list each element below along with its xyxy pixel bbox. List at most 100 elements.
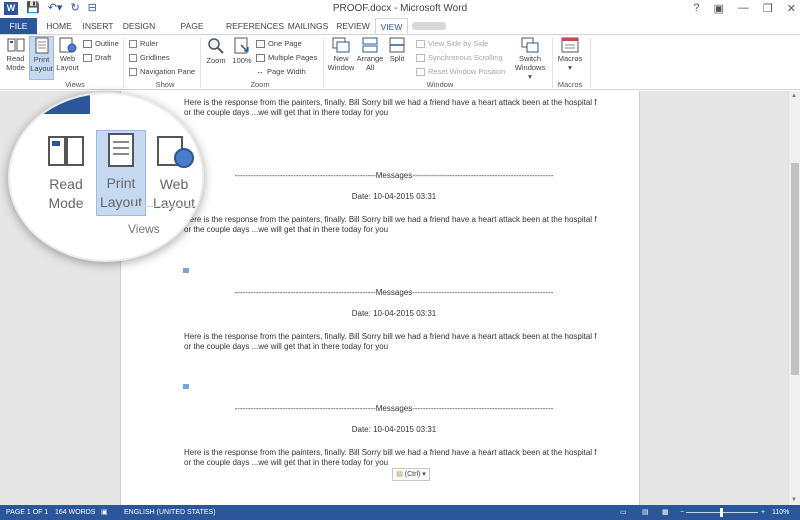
- magnified-tab-bar: [10, 94, 90, 114]
- separator: [590, 38, 591, 88]
- arrange-all-button[interactable]: Arrange All: [356, 37, 384, 79]
- web-layout-icon: [157, 136, 194, 168]
- tab-file[interactable]: FILE: [0, 18, 37, 34]
- arrange-all-icon: [362, 37, 378, 53]
- one-page-icon: [256, 39, 265, 48]
- new-window-button[interactable]: New Window: [326, 37, 356, 79]
- web-layout-button[interactable]: Web Layout: [55, 37, 80, 79]
- multiple-pages-button[interactable]: Multiple Pages: [256, 53, 317, 62]
- window-title: PROOF.docx - Microsoft Word: [332, 3, 468, 14]
- magnifier-callout: Read Mode Print Layout Web Layout Views: [8, 92, 204, 262]
- macros-group-label: Macros: [557, 80, 583, 89]
- message-date: Date: 10-04-2015 03:31: [351, 192, 437, 201]
- one-page-button[interactable]: One Page: [256, 39, 302, 48]
- zoom-slider-thumb[interactable]: [720, 508, 723, 517]
- message-date: Date: 10-04-2015 03:31: [351, 425, 437, 434]
- paragraph-marker-icon: [183, 384, 189, 389]
- zoom-group-label: Zoom: [250, 80, 270, 89]
- zoom-100-button[interactable]: 100%: [230, 37, 254, 71]
- window-group-label: Window: [426, 80, 454, 89]
- tab-view[interactable]: VIEW: [375, 18, 408, 34]
- zoom-button[interactable]: Zoom: [204, 37, 228, 71]
- messages-header: ----------------------------------------…: [234, 171, 554, 180]
- switch-windows-icon: [521, 37, 539, 53]
- draft-icon: [83, 53, 92, 62]
- ruler-checkbox[interactable]: Ruler: [129, 39, 158, 48]
- reset-window-position-button[interactable]: Reset Window Position: [416, 67, 505, 76]
- scroll-up-icon[interactable]: ▲: [791, 93, 797, 99]
- messages-header: ----------------------------------------…: [234, 288, 554, 297]
- status-bar: PAGE 1 OF 1 164 WORDS ▣ ENGLISH (UNITED …: [0, 505, 800, 520]
- split-icon: [389, 37, 405, 53]
- reset-position-icon: [416, 67, 425, 76]
- macros-button[interactable]: Macros ▾: [556, 37, 584, 79]
- message-paragraph: Here is the response from the painters, …: [184, 215, 597, 234]
- tab-review[interactable]: REVIEW: [336, 18, 370, 34]
- read-mode-icon: [7, 38, 24, 52]
- zoom-out-button[interactable]: −: [680, 505, 684, 520]
- page-count[interactable]: PAGE 1 OF 1: [6, 505, 48, 520]
- magnified-views-label: Views: [128, 222, 160, 236]
- web-layout-view-icon[interactable]: ▦: [662, 505, 669, 520]
- view-side-by-side-button[interactable]: View Side by Side: [416, 39, 488, 48]
- read-mode-view-icon[interactable]: ▭: [620, 505, 627, 520]
- magnified-read-mode-button: Read Mode: [44, 134, 88, 216]
- message-date: Date: 10-04-2015 03:31: [351, 309, 437, 318]
- ribbon-tabs: FILE HOME INSERT DESIGN PAGE LAYOUT REFE…: [0, 18, 800, 47]
- account-name[interactable]: [412, 22, 446, 30]
- word-count[interactable]: 164 WORDS: [55, 505, 95, 520]
- minimize-icon[interactable]: —: [738, 2, 749, 15]
- restore-icon[interactable]: ❐: [763, 2, 773, 15]
- read-mode-button[interactable]: Read Mode: [3, 37, 28, 79]
- window-controls: ? ▣ — ❐ ✕: [693, 2, 796, 15]
- page-width-button[interactable]: ↔ Page Width: [256, 67, 306, 76]
- tab-insert[interactable]: INSERT: [82, 18, 114, 34]
- proofing-icon[interactable]: ▣: [101, 505, 108, 520]
- ribbon-display-options-icon[interactable]: ▣: [714, 2, 724, 15]
- message-paragraph: Here is the response from the painters, …: [184, 98, 597, 117]
- switch-windows-button[interactable]: Switch Windows ▾: [512, 37, 548, 81]
- draft-button[interactable]: Draft: [83, 53, 111, 62]
- outline-icon: [83, 39, 92, 48]
- title-bar: W 💾 ↶▾ ↻ ⊟ PROOF.docx - Microsoft Word ?…: [0, 0, 800, 18]
- scroll-down-icon[interactable]: ▼: [791, 497, 797, 503]
- tab-page-layout[interactable]: PAGE LAYOUT: [163, 18, 221, 47]
- navigation-pane-checkbox[interactable]: Navigation Pane: [129, 67, 195, 76]
- zoom-100-icon: [234, 37, 249, 54]
- views-group-label: Views: [65, 80, 85, 89]
- multiple-pages-icon: [256, 53, 265, 62]
- vertical-scrollbar[interactable]: ▲ ▼: [788, 91, 800, 505]
- paste-options-button[interactable]: ▤ (Ctrl) ▾: [392, 468, 430, 481]
- tab-home[interactable]: HOME: [42, 18, 76, 34]
- close-icon[interactable]: ✕: [787, 2, 796, 15]
- tab-references[interactable]: REFERENCES: [226, 18, 284, 34]
- side-by-side-icon: [416, 39, 425, 48]
- gridlines-checkbox[interactable]: Gridlines: [129, 53, 170, 62]
- message-paragraph: Here is the response from the painters, …: [184, 448, 597, 467]
- print-layout-icon: [35, 37, 48, 54]
- read-mode-icon: [48, 136, 84, 166]
- split-button[interactable]: Split: [386, 37, 408, 71]
- tab-mailings[interactable]: MAILINGS: [285, 18, 331, 34]
- synchronous-scrolling-button[interactable]: Synchronous Scrolling: [416, 53, 503, 62]
- print-layout-button[interactable]: Print Layout: [29, 36, 54, 80]
- separator: [123, 38, 124, 88]
- magnified-print-layout-button: Print Layout: [96, 130, 146, 216]
- help-icon[interactable]: ?: [693, 2, 699, 15]
- zoom-in-button[interactable]: +: [761, 505, 765, 520]
- page-width-icon: ↔: [256, 67, 264, 76]
- magnifying-glass-icon: [208, 38, 224, 54]
- zoom-level[interactable]: 110%: [772, 505, 789, 520]
- separator: [200, 38, 201, 88]
- messages-header: ----------------------------------------…: [234, 404, 554, 413]
- tab-design[interactable]: DESIGN: [121, 18, 157, 34]
- macros-icon: [561, 37, 579, 53]
- outline-button[interactable]: Outline: [83, 39, 119, 48]
- print-layout-view-icon[interactable]: ▤: [642, 505, 649, 520]
- new-window-icon: [332, 37, 350, 53]
- print-layout-icon: [108, 133, 134, 167]
- language[interactable]: ENGLISH (UNITED STATES): [124, 505, 216, 520]
- scrollbar-thumb[interactable]: [791, 163, 799, 375]
- show-group-label: Show: [155, 80, 175, 89]
- message-paragraph: Here is the response from the painters, …: [184, 332, 597, 351]
